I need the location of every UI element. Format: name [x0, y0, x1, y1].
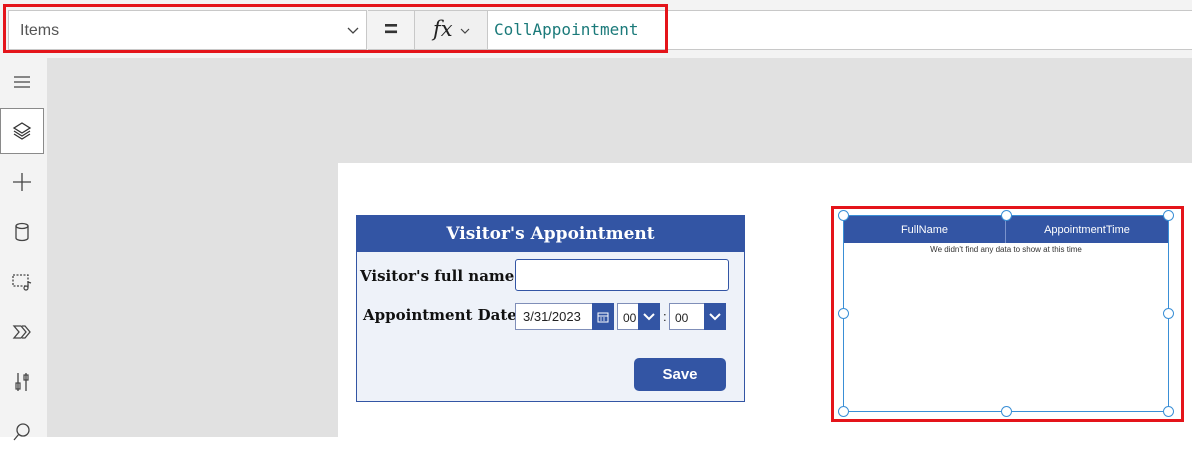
formula-input[interactable]: CollAppointment: [488, 10, 1192, 50]
chevron-down-icon[interactable]: [704, 303, 726, 330]
resize-handle-bottom[interactable]: [1001, 406, 1012, 417]
formula-bar: Items = fx CollAppointment: [0, 0, 1192, 59]
calendar-icon[interactable]: [592, 303, 614, 330]
form-title: Visitor's Appointment: [357, 216, 744, 252]
appointment-form: Visitor's Appointment Visitor's full nam…: [356, 215, 745, 402]
time-separator: :: [663, 309, 667, 324]
resize-handle-right[interactable]: [1163, 308, 1174, 319]
tree-view-layers-icon[interactable]: [0, 108, 44, 154]
fx-icon: fx: [433, 17, 453, 41]
appointment-date-label: Appointment Date:: [363, 306, 523, 324]
equals-sign: =: [368, 10, 414, 50]
save-button[interactable]: Save: [634, 358, 726, 391]
resize-handle-top-right[interactable]: [1163, 210, 1174, 221]
full-name-label: Visitor's full name:: [360, 267, 520, 285]
fx-button[interactable]: fx: [414, 10, 488, 50]
column-header-appointmenttime[interactable]: AppointmentTime: [1006, 216, 1168, 243]
resize-handle-left[interactable]: [838, 308, 849, 319]
search-icon[interactable]: [0, 409, 44, 455]
date-value: 3/31/2023: [523, 309, 581, 324]
power-automate-icon[interactable]: [0, 309, 44, 355]
formula-text: CollAppointment: [494, 20, 639, 39]
media-icon[interactable]: [0, 259, 44, 305]
resize-handle-bottom-left[interactable]: [838, 406, 849, 417]
resize-handle-top[interactable]: [1001, 210, 1012, 221]
appointment-data-table[interactable]: FullName AppointmentTime We didn't find …: [843, 215, 1169, 412]
full-name-input[interactable]: [515, 259, 729, 291]
property-dropdown-value: Items: [20, 22, 60, 39]
data-cylinder-icon[interactable]: [0, 209, 44, 255]
hour-value: 00: [623, 311, 637, 325]
chevron-down-icon: [460, 28, 470, 34]
property-dropdown[interactable]: Items: [8, 10, 367, 50]
resize-handle-bottom-right[interactable]: [1163, 406, 1174, 417]
column-header-fullname[interactable]: FullName: [844, 216, 1005, 243]
empty-state-message: We didn't find any data to show at this …: [930, 245, 1082, 254]
chevron-down-icon: [347, 27, 359, 34]
insert-plus-icon[interactable]: [0, 159, 44, 205]
advanced-tools-icon[interactable]: [0, 359, 44, 405]
minute-dropdown[interactable]: 00: [669, 303, 706, 330]
resize-handle-top-left[interactable]: [838, 210, 849, 221]
minute-value: 00: [675, 311, 689, 325]
left-rail: [0, 58, 48, 441]
chevron-down-icon[interactable]: [638, 303, 660, 330]
hamburger-menu-icon[interactable]: [0, 59, 44, 105]
